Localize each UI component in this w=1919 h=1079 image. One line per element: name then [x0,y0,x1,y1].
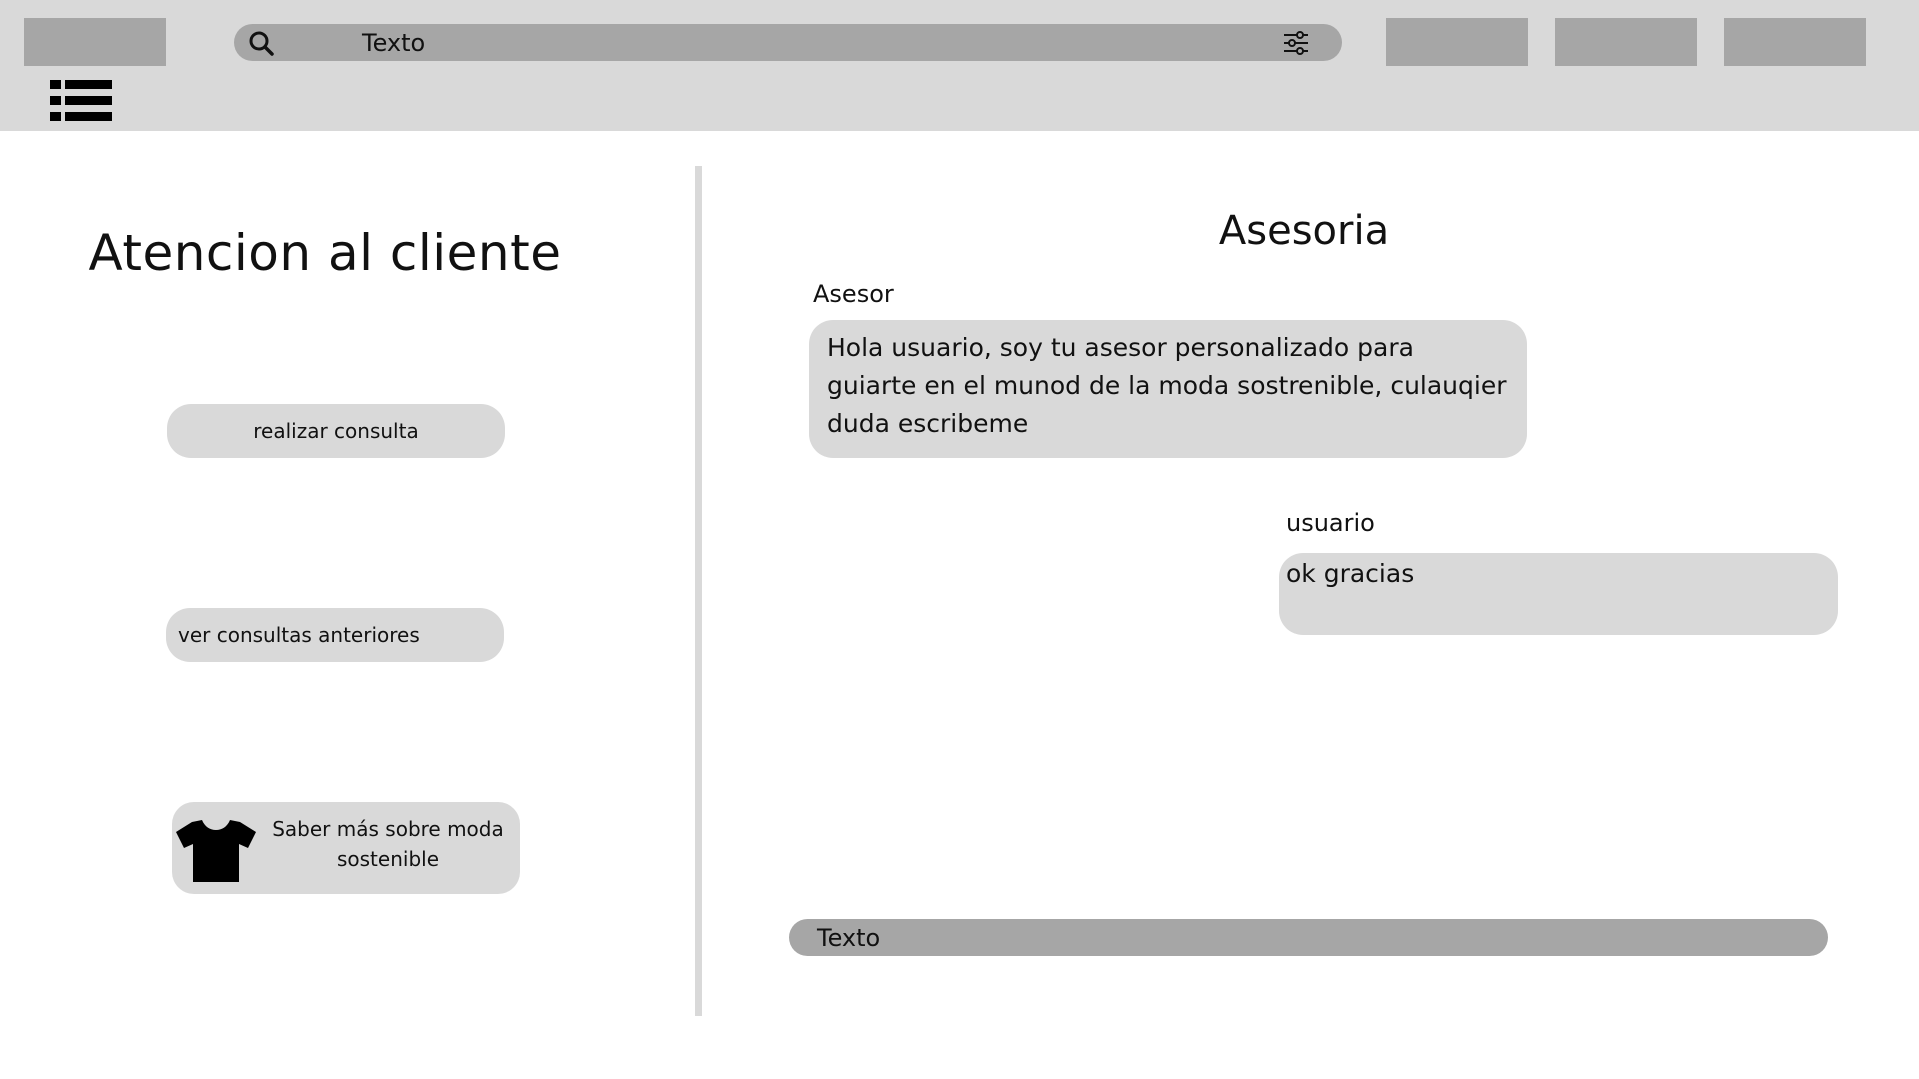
advisor-message-bubble: Hola usuario, soy tu asesor personalizad… [809,320,1527,458]
nav-button-2[interactable] [1555,18,1697,66]
sustainable-fashion-label: Saber más sobre moda sostenible [272,817,504,871]
sustainable-fashion-button[interactable]: Saber más sobre moda sostenible [172,802,520,894]
previous-inquiries-label: ver consultas anteriores [178,623,420,647]
logo-placeholder[interactable] [24,18,166,66]
make-inquiry-button[interactable]: realizar consulta [167,404,505,458]
make-inquiry-label: realizar consulta [253,419,419,443]
page-title: Atencion al cliente [88,224,562,282]
nav-button-3[interactable] [1724,18,1866,66]
search-icon[interactable] [248,30,274,56]
sliders-icon[interactable] [1282,29,1310,57]
message-input-text[interactable]: Texto [817,923,880,953]
list-menu-icon[interactable] [50,80,112,122]
t-shirt-icon [176,820,256,882]
search-bar[interactable]: Texto [234,24,1342,61]
advisor-sender-label: Asesor [813,280,894,308]
page: Texto Atencion al cliente realizar consu… [0,0,1919,1079]
chat-title: Asesoria [1218,208,1390,254]
search-input[interactable]: Texto [362,28,425,58]
user-sender-label: usuario [1286,509,1375,537]
message-input[interactable]: Texto [789,919,1828,956]
previous-inquiries-button[interactable]: ver consultas anteriores [166,608,504,662]
panel-divider [695,166,702,1016]
nav-button-1[interactable] [1386,18,1528,66]
user-message-bubble: ok gracias [1279,553,1838,635]
top-header: Texto [0,0,1919,131]
